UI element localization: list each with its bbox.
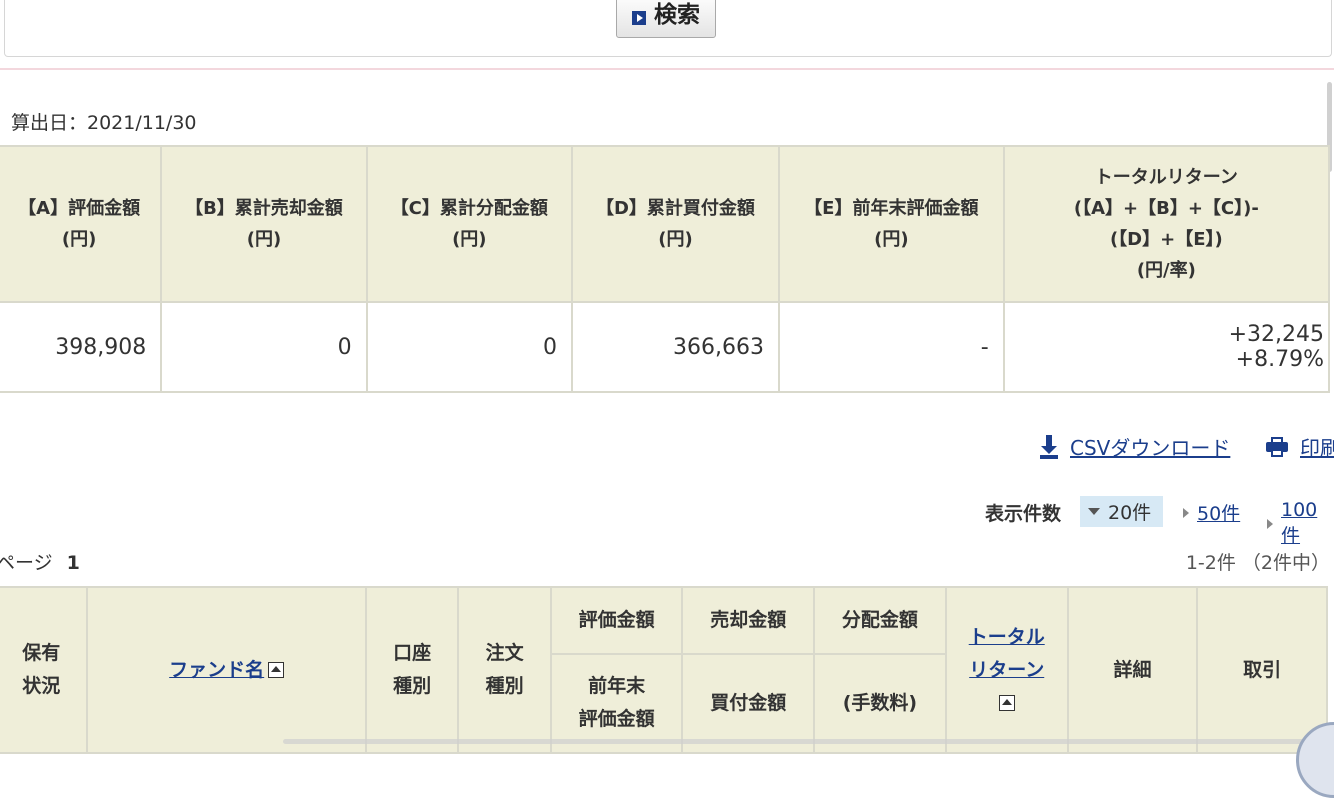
pagination: ページ 1 — [0, 552, 80, 574]
value-valuation-a: 398,908 — [0, 301, 163, 393]
header-total-return: トータルリターン (【A】+【B】+【C】)- (【D】+【E】) (円/率) — [1002, 145, 1331, 303]
col-sale: 売却金額 — [681, 586, 816, 655]
print-label: 印刷 — [1300, 436, 1334, 460]
summary-table: 【A】評価金額 (円) 【B】累計売却金額 (円) 【C】累計分配金額 (円) … — [0, 145, 1331, 393]
per-page-option-100[interactable]: 100件 — [1267, 499, 1334, 548]
print-link[interactable]: 印刷 — [1266, 432, 1334, 461]
header-cumulative-purchase-d: 【D】累計買付金額 (円) — [570, 145, 780, 303]
header-prev-year-valuation-e: 【E】前年末評価金額 (円) — [777, 145, 1005, 303]
value-total-return: +32,245 +8.79% — [1002, 301, 1331, 393]
per-page-label: 表示件数 — [985, 503, 1062, 525]
printer-icon — [1266, 436, 1288, 457]
download-icon — [1040, 434, 1058, 459]
triangle-right-icon — [1267, 518, 1273, 529]
fund-table: 保有 状況 ファンド名 口座 種別 注文 種別 評価金額 売却金額 分配金額 ト… — [0, 586, 1328, 755]
csv-download-label: CSVダウンロード — [1070, 436, 1231, 460]
result-count: 1-2件 （2件中） — [1185, 552, 1330, 574]
col-total-return[interactable]: トータル リターン — [944, 586, 1069, 754]
col-distribution: 分配金額 — [813, 586, 947, 655]
value-cumulative-sale-b: 0 — [160, 301, 368, 393]
divider — [0, 68, 1334, 70]
col-account-type: 口座 種別 — [364, 586, 460, 754]
col-detail: 詳細 — [1066, 586, 1199, 754]
col-fund-name[interactable]: ファンド名 — [86, 586, 367, 754]
col-holding-status: 保有 状況 — [0, 586, 89, 754]
per-page-selected[interactable]: 20件 — [1080, 496, 1163, 527]
arrow-right-icon — [632, 11, 646, 25]
sort-icon[interactable] — [268, 661, 285, 678]
search-button-label: 検索 — [654, 2, 700, 28]
value-prev-year-valuation-e: - — [777, 301, 1005, 393]
current-page: 1 — [66, 552, 80, 574]
triangle-down-icon — [1088, 508, 1100, 515]
csv-download-link[interactable]: CSVダウンロード — [1040, 432, 1230, 461]
calc-date: 算出日：2021/11/30 — [11, 112, 197, 134]
total-return-rate: +8.79% — [1235, 347, 1324, 372]
horizontal-scrollbar[interactable] — [283, 739, 1323, 744]
col-valuation: 評価金額 — [549, 586, 684, 655]
triangle-right-icon — [1183, 507, 1189, 518]
per-page-option-50[interactable]: 50件 — [1183, 499, 1240, 526]
header-cumulative-distribution-c: 【C】累計分配金額 (円) — [365, 145, 573, 303]
search-button[interactable]: 検索 — [616, 0, 716, 38]
header-valuation-a: 【A】評価金額 (円) — [0, 145, 163, 303]
header-cumulative-sale-b: 【B】累計売却金額 (円) — [160, 145, 368, 303]
summary-header-row: 【A】評価金額 (円) 【B】累計売却金額 (円) 【C】累計分配金額 (円) … — [0, 145, 1331, 303]
sort-icon[interactable] — [998, 694, 1015, 711]
total-return-amount: +32,245 — [1228, 322, 1324, 347]
value-cumulative-purchase-d: 366,663 — [570, 301, 780, 393]
fund-table-header-row-1: 保有 状況 ファンド名 口座 種別 注文 種別 評価金額 売却金額 分配金額 ト… — [0, 586, 1328, 754]
col-trade: 取引 — [1196, 586, 1328, 754]
col-order-type: 注文 種別 — [457, 586, 552, 754]
summary-value-row: 398,908 0 0 366,663 - +32,245 +8.79% — [0, 301, 1331, 393]
value-cumulative-distribution-c: 0 — [365, 301, 573, 393]
